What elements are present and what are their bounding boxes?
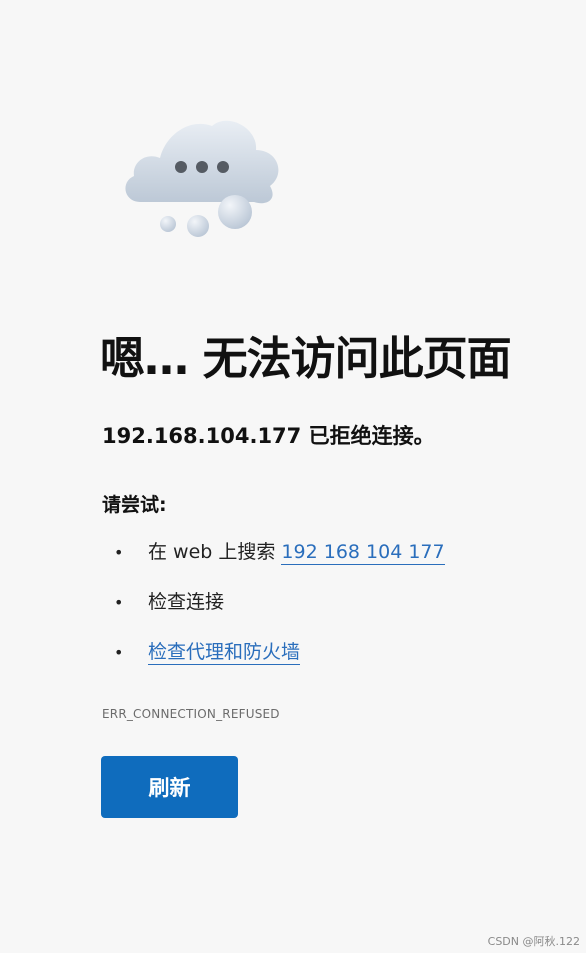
watermark: CSDN @阿秋.122 — [487, 935, 580, 948]
error-description: 192.168.104.177 已拒绝连接。 — [102, 424, 435, 448]
search-prefix-text: 在 web 上搜索 — [148, 541, 282, 563]
try-heading: 请尝试: — [102, 494, 167, 516]
check-proxy-firewall-link[interactable]: 检查代理和防火墙 — [148, 641, 301, 665]
suggestion-list: • 在 web 上搜索 192 168 104 177 • 检查连接 • 检查代理和防… — [114, 540, 445, 690]
suggestion-check-proxy: • 检查代理和防火墙 — [114, 640, 445, 665]
bullet: • — [114, 593, 124, 612]
page-title: 嗯… 无法访问此页面 — [100, 332, 512, 385]
error-code: ERR_CONNECTION_REFUSED — [102, 707, 280, 721]
bullet: • — [114, 643, 124, 662]
refresh-button[interactable]: 刷新 — [101, 756, 238, 818]
suggestion-check-connection: • 检查连接 — [114, 590, 445, 615]
error-page: 嗯… 无法访问此页面 192.168.104.177 已拒绝连接。 请尝试: •… — [0, 0, 586, 953]
suggestion-search: • 在 web 上搜索 192 168 104 177 — [114, 540, 445, 565]
search-web-link[interactable]: 192 168 104 177 — [281, 541, 445, 565]
cloud-loading-icon — [125, 120, 279, 237]
bullet: • — [114, 543, 124, 562]
check-connection-text: 检查连接 — [148, 591, 225, 613]
